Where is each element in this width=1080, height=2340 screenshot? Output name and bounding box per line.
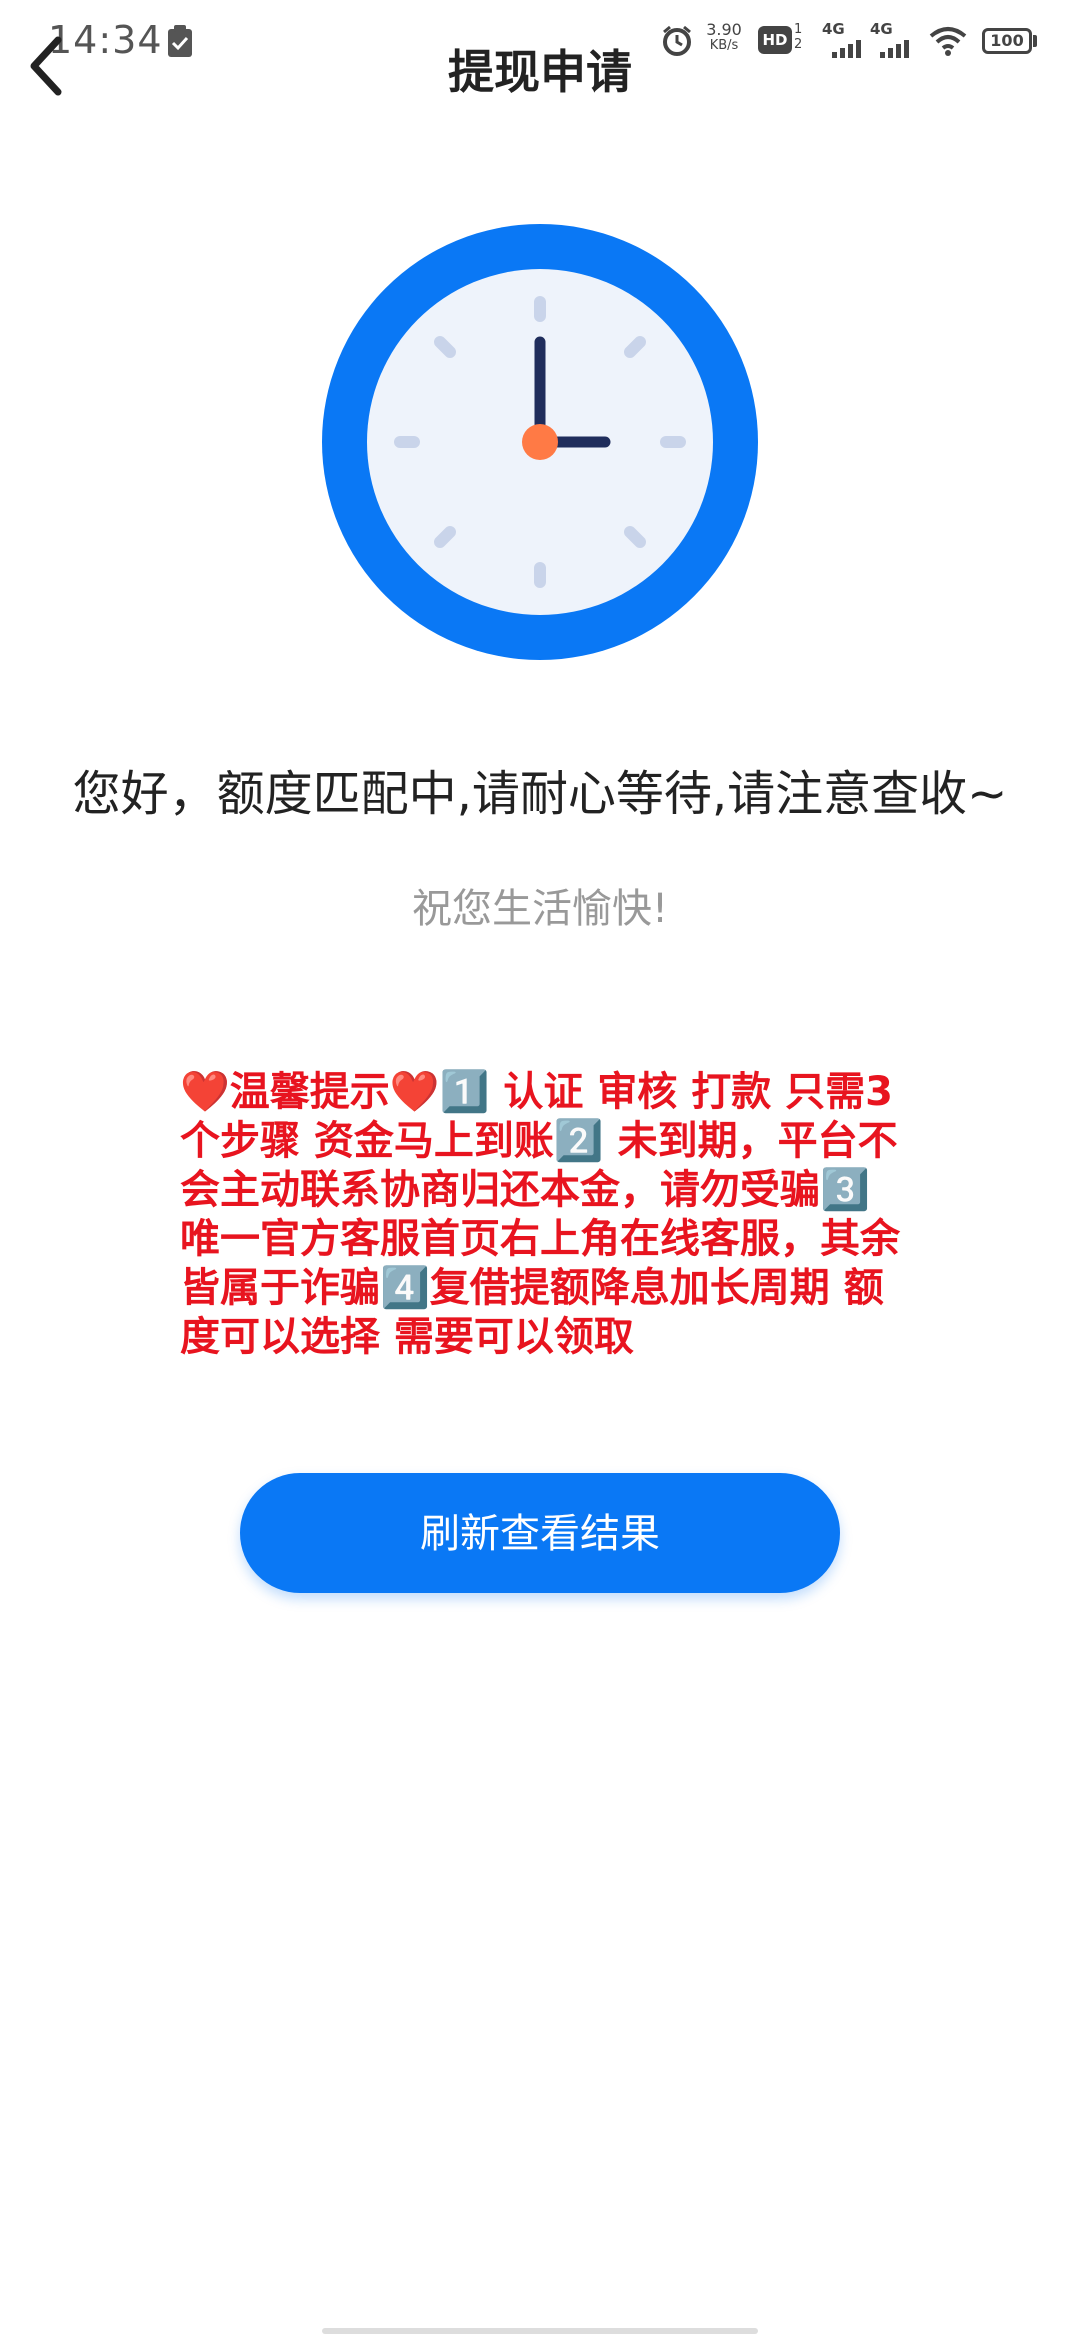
page-title: 提现申请 bbox=[448, 45, 632, 99]
greeting-message: 祝您生活愉快! bbox=[411, 886, 669, 932]
home-indicator[interactable] bbox=[322, 2328, 758, 2334]
clock-icon bbox=[322, 224, 758, 660]
status-message: 您好，额度匹配中,请耐心等待,请注意查收~ bbox=[72, 766, 1008, 822]
warm-tips-notice: ❤️温馨提示❤️1️⃣ 认证 审核 打款 只需3个步骤 资金马上到账2️⃣ 未到… bbox=[180, 1069, 900, 1360]
refresh-result-button[interactable]: 刷新查看结果 bbox=[240, 1473, 840, 1593]
